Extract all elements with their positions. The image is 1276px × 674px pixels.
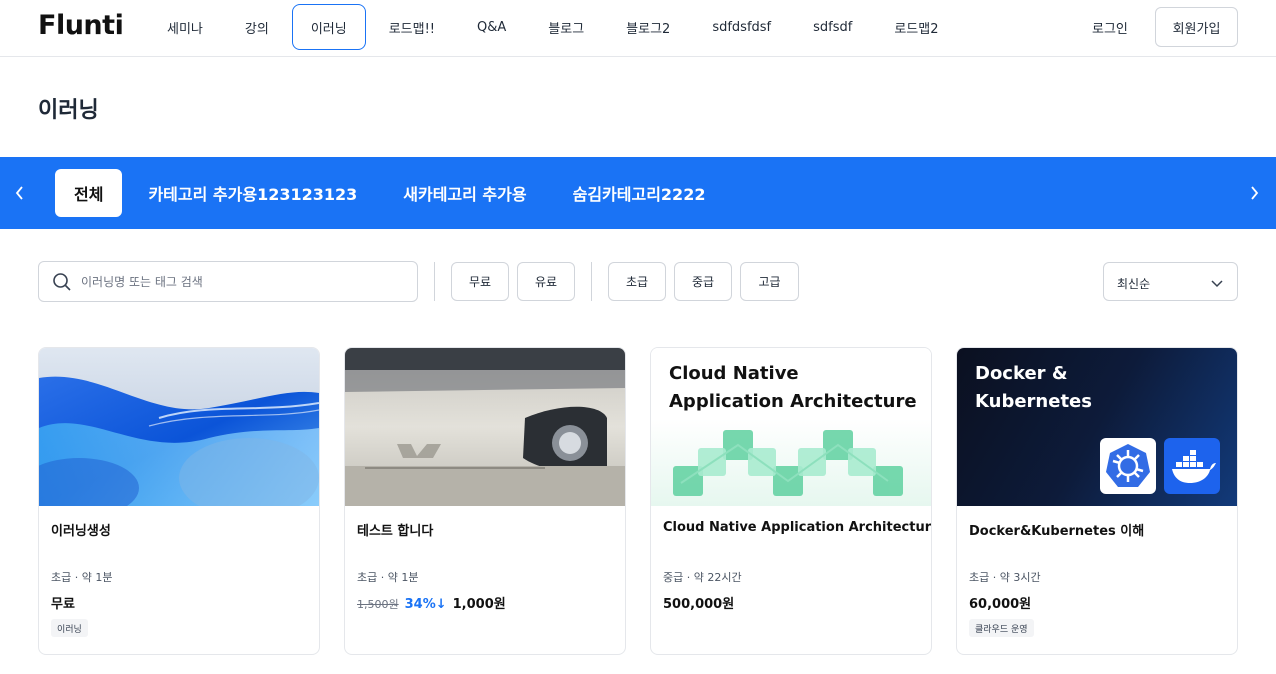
search-icon: [53, 273, 71, 291]
category-tab-all[interactable]: 전체: [55, 169, 123, 217]
category-list: 전체 카테고리 추가용123123123 새카테고리 추가용 숨김카테고리222…: [55, 169, 731, 217]
thumb-heading-line-2: Kubernetes: [975, 391, 1092, 412]
logo-text: Flunti: [38, 10, 124, 41]
course-price: 무료: [51, 597, 75, 612]
course-thumbnail: [39, 348, 319, 506]
course-card[interactable]: Docker & Kubernetes Docker&Kubernetes 이해…: [956, 347, 1238, 655]
course-thumbnail: Cloud Native Application Architecture: [651, 348, 931, 506]
chevron-right-icon[interactable]: [1244, 183, 1264, 203]
course-meta: 초급 · 약 1분: [51, 571, 113, 584]
chevron-left-icon[interactable]: [10, 183, 30, 203]
course-card[interactable]: 테스트 합니다 초급 · 약 1분 1,500원 34%↓ 1,000원: [344, 347, 626, 655]
filter-divider: [434, 262, 435, 301]
category-tab-1[interactable]: 카테고리 추가용123123123: [128, 169, 377, 217]
login-link[interactable]: 로그인: [1084, 8, 1136, 46]
course-price: 60,000원: [969, 597, 1032, 612]
thumb-heading-line-1: Cloud Native: [669, 363, 799, 384]
category-bar: 전체 카테고리 추가용123123123 새카테고리 추가용 숨김카테고리222…: [0, 157, 1276, 229]
course-meta: 초급 · 약 1분: [357, 571, 419, 584]
course-price-row: 무료: [51, 593, 75, 612]
course-title: Docker&Kubernetes 이해: [969, 524, 1145, 539]
thumb-heading: Docker & Kubernetes: [975, 360, 1092, 416]
nav-item-roadmap2[interactable]: 로드맵2: [875, 4, 957, 50]
filter-beginner-button[interactable]: 초급: [608, 262, 666, 301]
course-meta: 초급 · 약 3시간: [969, 571, 1041, 584]
filter-intermediate-button[interactable]: 중급: [674, 262, 732, 301]
nav-item-sdfsdf[interactable]: sdfsdf: [794, 4, 871, 50]
course-title: Cloud Native Application Architecture: [663, 520, 932, 535]
sort-select[interactable]: 최신순: [1103, 262, 1238, 301]
nav-item-lecture[interactable]: 강의: [226, 4, 288, 50]
chevron-down-icon: [1211, 280, 1223, 288]
course-price-row: 500,000원: [663, 593, 734, 612]
filter-free-button[interactable]: 무료: [451, 262, 509, 301]
course-thumbnail: [345, 348, 625, 506]
search-box: [38, 261, 418, 302]
docker-logo: [1164, 438, 1220, 494]
filter-divider: [591, 262, 592, 301]
nav-item-roadmap[interactable]: 로드맵!!: [370, 4, 454, 50]
header: Flunti 세미나 강의 이러닝 로드맵!! Q&A 블로그 블로그2 sdf…: [0, 0, 1276, 57]
nav-item-blog[interactable]: 블로그: [529, 4, 603, 50]
thumb-heading-line-1: Docker &: [975, 363, 1068, 384]
sort-label: 최신순: [1117, 277, 1151, 291]
course-thumbnail: Docker & Kubernetes: [957, 348, 1237, 506]
thumb-heading: Cloud Native Application Architecture: [669, 360, 917, 416]
filter-paid-button[interactable]: 유료: [517, 262, 575, 301]
category-tab-3[interactable]: 숨김카테고리2222: [553, 169, 726, 217]
kubernetes-logo: [1100, 438, 1156, 494]
course-price: 1,000원: [452, 597, 506, 612]
main-nav: 세미나 강의 이러닝 로드맵!! Q&A 블로그 블로그2 sdfdsfdsf …: [148, 4, 958, 50]
thumb-heading-line-2: Application Architecture: [669, 391, 917, 412]
nav-item-blog2[interactable]: 블로그2: [607, 4, 689, 50]
course-price-row: 60,000원: [969, 593, 1031, 612]
course-price-row: 1,500원 34%↓ 1,000원: [357, 593, 506, 612]
course-discount: 34%↓: [404, 597, 447, 612]
course-card[interactable]: 이러닝생성 초급 · 약 1분 무료 이러닝: [38, 347, 320, 655]
nav-item-qna[interactable]: Q&A: [458, 4, 525, 50]
nav-item-sdfdsfdsf[interactable]: sdfdsfdsf: [693, 4, 790, 50]
course-tag: 클라우드 운영: [969, 619, 1034, 637]
signup-button[interactable]: 회원가입: [1155, 7, 1238, 47]
page-title: 이러닝: [38, 98, 99, 123]
course-title: 테스트 합니다: [357, 524, 434, 539]
course-tag: 이러닝: [51, 619, 88, 637]
course-meta: 중급 · 약 22시간: [663, 571, 742, 584]
course-price: 500,000원: [663, 597, 735, 612]
filter-advanced-button[interactable]: 고급: [740, 262, 799, 301]
nav-item-seminar[interactable]: 세미나: [148, 4, 222, 50]
course-original-price: 1,500원: [357, 598, 399, 611]
search-input[interactable]: [81, 262, 411, 301]
category-tab-2[interactable]: 새카테고리 추가용: [383, 169, 546, 217]
nav-item-elearning[interactable]: 이러닝: [291, 4, 366, 50]
course-title: 이러닝생성: [51, 524, 111, 539]
logo[interactable]: Flunti: [38, 10, 124, 41]
course-card[interactable]: Cloud Native Application Architecture Cl…: [650, 347, 932, 655]
